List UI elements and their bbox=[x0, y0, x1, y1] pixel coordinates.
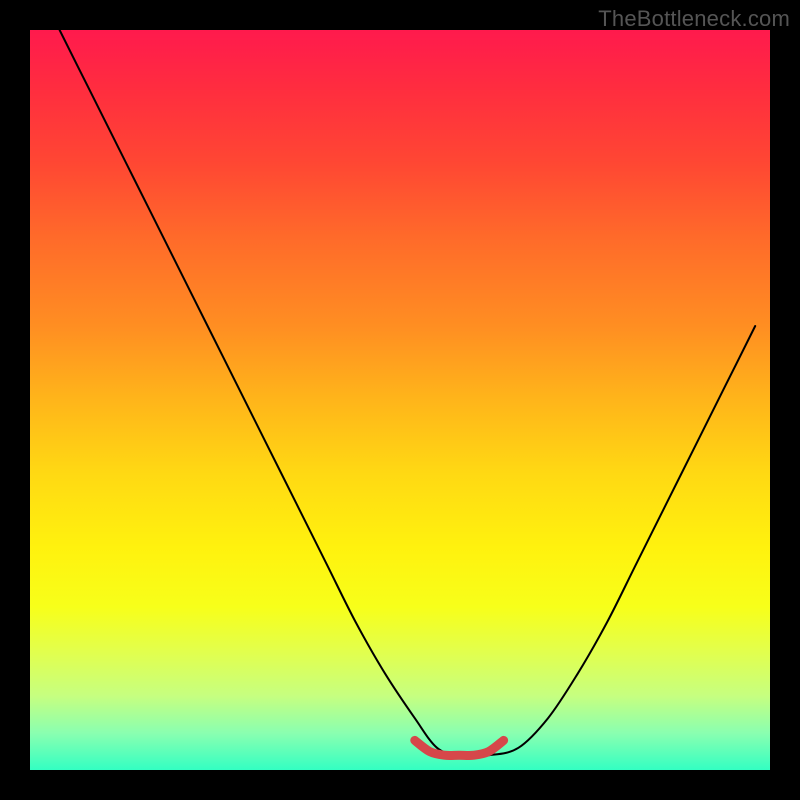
watermark-text: TheBottleneck.com bbox=[598, 6, 790, 32]
chart-frame: TheBottleneck.com bbox=[0, 0, 800, 800]
plot-area bbox=[30, 30, 770, 770]
chart-svg bbox=[30, 30, 770, 770]
main-curve bbox=[60, 30, 756, 756]
bottleneck-highlight bbox=[415, 740, 504, 755]
